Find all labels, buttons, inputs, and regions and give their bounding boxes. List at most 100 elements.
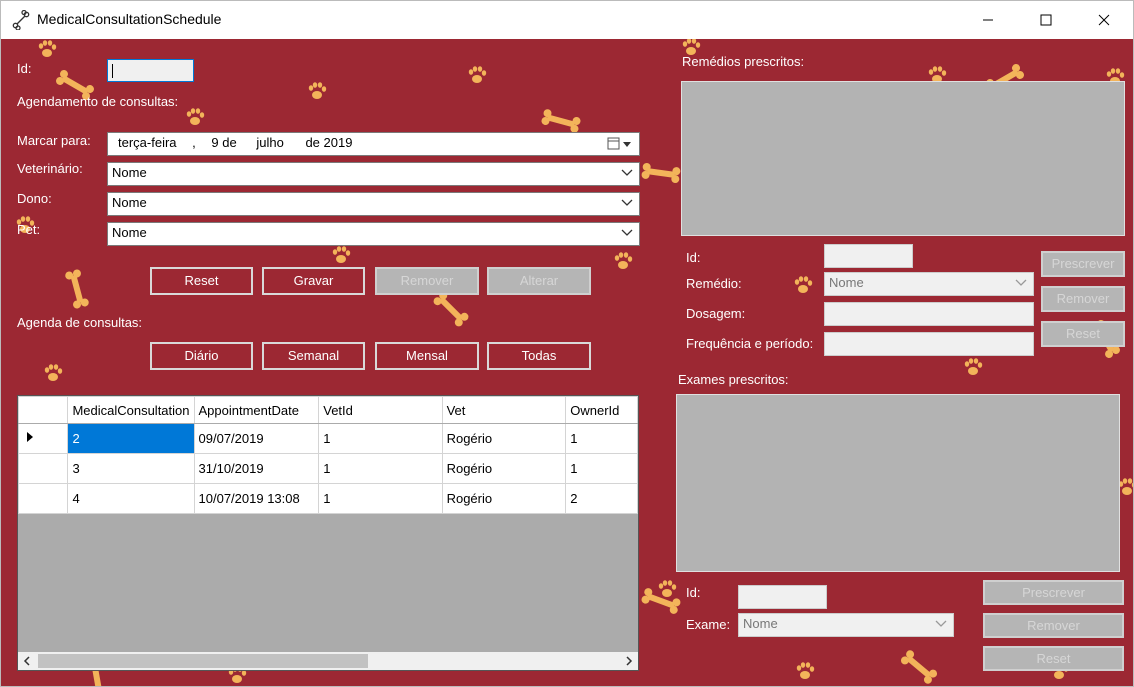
table-row[interactable]: 2 09/07/2019 1 Rogério 1 — [18, 423, 638, 454]
exames-title: Exames prescritos: — [678, 372, 789, 387]
dono-value: Nome — [112, 195, 147, 210]
dono-combobox[interactable]: Nome — [107, 192, 640, 216]
column-header[interactable]: Vet — [441, 396, 567, 424]
frequencia-label: Frequência e período: — [686, 336, 814, 351]
table-cell[interactable]: 31/10/2019 — [193, 453, 320, 484]
maximize-button[interactable] — [1017, 1, 1075, 39]
table-cell[interactable]: 09/07/2019 — [193, 423, 320, 454]
remedio-id-input[interactable] — [824, 244, 913, 268]
column-header[interactable]: MedicalConsultation — [67, 396, 195, 424]
prescrever-remedio-button[interactable]: Prescrever — [1041, 251, 1125, 277]
table-cell[interactable]: 1 — [565, 423, 638, 454]
todas-button[interactable]: Todas — [487, 342, 591, 370]
remedio-value: Nome — [829, 275, 864, 290]
mensal-button[interactable]: Mensal — [375, 342, 479, 370]
veterinario-combobox[interactable]: Nome — [107, 162, 640, 186]
app-window: MedicalConsultationSchedule Id: Agendame… — [0, 0, 1134, 687]
row-header-corner — [18, 396, 69, 424]
date-month: julho — [256, 135, 284, 150]
chevron-down-icon — [621, 169, 633, 176]
remedios-list[interactable] — [681, 81, 1125, 236]
exame-id-label: Id: — [686, 585, 701, 600]
maximize-icon — [1040, 14, 1052, 26]
semanal-button[interactable]: Semanal — [262, 342, 365, 370]
pet-value: Nome — [112, 225, 147, 240]
close-button[interactable] — [1075, 1, 1133, 39]
table-row[interactable]: 3 31/10/2019 1 Rogério 1 — [18, 453, 638, 484]
reset-button[interactable]: Reset — [150, 267, 253, 295]
column-header[interactable]: OwnerId — [565, 396, 638, 424]
row-header[interactable] — [18, 423, 69, 454]
exame-combobox[interactable]: Nome — [738, 613, 954, 637]
grid-table: MedicalConsultation AppointmentDate VetI… — [18, 396, 638, 514]
table-row[interactable]: 4 10/07/2019 13:08 1 Rogério 2 — [18, 483, 638, 514]
scrollbar-thumb[interactable] — [38, 654, 368, 668]
table-cell[interactable]: Rogério — [441, 423, 567, 454]
pet-combobox[interactable]: Nome — [107, 222, 640, 246]
table-cell[interactable]: 1 — [318, 483, 443, 514]
horizontal-scrollbar[interactable] — [18, 652, 638, 670]
consultations-data-grid[interactable]: MedicalConsultation AppointmentDate VetI… — [17, 395, 639, 671]
form-client-area: Id: Agendamento de consultas: Marcar par… — [1, 39, 1133, 686]
table-cell[interactable]: 1 — [318, 453, 443, 484]
reset-exame-button[interactable]: Reset — [983, 646, 1124, 671]
reset-remedio-button[interactable]: Reset — [1041, 321, 1125, 347]
dosagem-input[interactable] — [824, 302, 1034, 326]
row-header[interactable] — [18, 483, 69, 514]
exame-label: Exame: — [686, 617, 731, 632]
grid-header-row: MedicalConsultation AppointmentDate VetI… — [18, 396, 638, 424]
table-cell[interactable]: 4 — [67, 483, 195, 514]
chevron-down-icon — [621, 199, 633, 206]
window-title: MedicalConsultationSchedule — [37, 11, 222, 27]
id-input[interactable] — [107, 59, 194, 82]
remedio-label: Remédio: — [686, 276, 742, 291]
id-label: Id: — [17, 61, 32, 76]
chevron-down-icon — [621, 229, 633, 236]
marcar-para-label: Marcar para: — [17, 133, 91, 148]
remover-remedio-button[interactable]: Remover — [1041, 286, 1125, 312]
veterinario-value: Nome — [112, 165, 147, 180]
exame-id-input[interactable] — [738, 585, 827, 609]
title-bar: MedicalConsultationSchedule — [1, 1, 1133, 39]
minimize-button[interactable] — [959, 1, 1017, 39]
gravar-button[interactable]: Gravar — [262, 267, 365, 295]
table-cell[interactable]: 2 — [67, 423, 195, 454]
table-cell[interactable]: 2 — [565, 483, 638, 514]
remedio-combobox[interactable]: Nome — [824, 272, 1034, 296]
chevron-down-icon — [1015, 279, 1027, 286]
veterinario-label: Veterinário: — [17, 161, 83, 176]
prescrever-exame-button[interactable]: Prescrever — [983, 580, 1124, 605]
scroll-right-icon[interactable] — [624, 656, 634, 666]
date-separator: , — [192, 135, 196, 150]
app-bone-icon — [12, 10, 30, 30]
exames-list[interactable] — [676, 394, 1120, 572]
alterar-button[interactable]: Alterar — [487, 267, 591, 295]
frequencia-input[interactable] — [824, 332, 1034, 356]
row-header[interactable] — [18, 453, 69, 484]
close-icon — [1098, 14, 1110, 26]
column-header[interactable]: AppointmentDate — [193, 396, 320, 424]
table-cell[interactable]: 3 — [67, 453, 195, 484]
appointment-date-picker[interactable]: terça-feira , 9 de julho de 2019 — [107, 132, 640, 156]
pet-label: Pet: — [17, 222, 41, 237]
agendamento-label: Agendamento de consultas: — [17, 94, 179, 109]
diario-button[interactable]: Diário — [150, 342, 253, 370]
current-row-arrow-icon — [27, 432, 33, 442]
chevron-down-icon — [935, 620, 947, 627]
minimize-icon — [983, 19, 993, 21]
date-weekday: terça-feira — [118, 135, 177, 150]
scroll-left-icon[interactable] — [22, 656, 32, 666]
table-cell[interactable]: 1 — [565, 453, 638, 484]
column-header[interactable]: VetId — [318, 396, 443, 424]
table-cell[interactable]: Rogério — [441, 483, 567, 514]
table-cell[interactable]: 10/07/2019 13:08 — [193, 483, 320, 514]
remover-button[interactable]: Remover — [375, 267, 479, 295]
agenda-label: Agenda de consultas: — [17, 315, 143, 330]
table-cell[interactable]: 1 — [318, 423, 443, 454]
dono-label: Dono: — [17, 191, 52, 206]
remover-exame-button[interactable]: Remover — [983, 613, 1124, 638]
date-year: de 2019 — [305, 135, 353, 150]
table-cell[interactable]: Rogério — [441, 453, 567, 484]
exame-value: Nome — [743, 616, 778, 631]
calendar-dropdown-icon[interactable] — [607, 137, 633, 151]
